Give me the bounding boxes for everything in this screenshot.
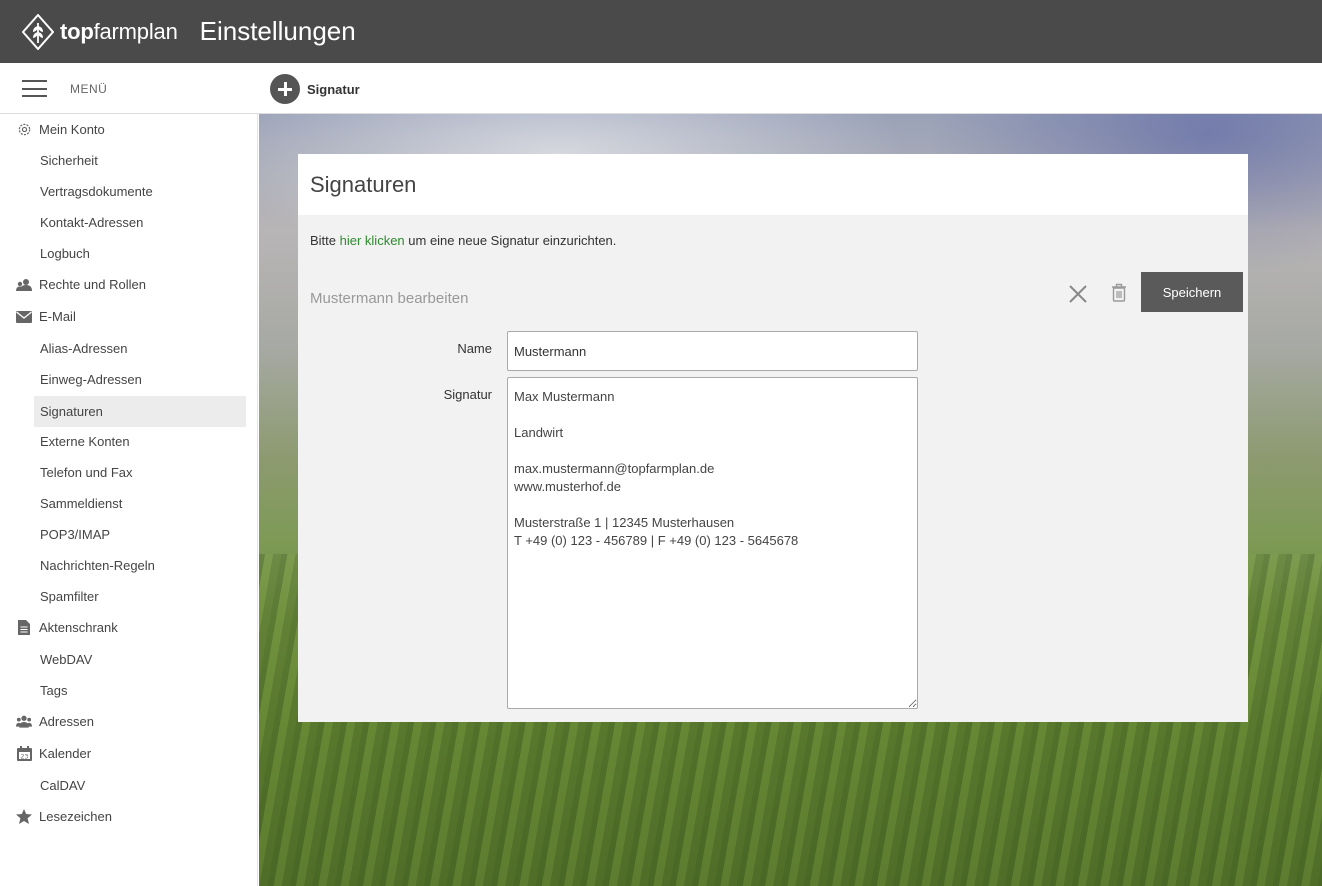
sidebar-item-label: Aktenschrank <box>39 620 118 635</box>
document-icon <box>16 620 32 636</box>
sidebar-item-label: Sammeldienst <box>40 496 123 511</box>
sidebar-item-nachrichten-regeln[interactable]: Nachrichten-Regeln <box>0 550 155 581</box>
menu-label: MENÜ <box>70 81 108 96</box>
sidebar-item-label: Vertragsdokumente <box>40 184 153 199</box>
sidebar-item-label: Tags <box>40 683 68 698</box>
sidebar-item-adressen[interactable]: Adressen <box>0 706 94 737</box>
hint-suffix: um eine neue Signatur einzurichten. <box>404 233 617 248</box>
plus-circle-icon <box>270 74 300 104</box>
sidebar-item-label: Signaturen <box>40 404 103 419</box>
sidebar-item-alias-adressen[interactable]: Alias-Adressen <box>0 333 127 364</box>
sidebar-item-tags[interactable]: Tags <box>0 675 67 706</box>
new-signature-hint: Bitte hier klicken um eine neue Signatur… <box>310 233 616 248</box>
sidebar-item-label: Spamfilter <box>40 589 99 604</box>
sidebar-item-externe-konten[interactable]: Externe Konten <box>0 426 130 457</box>
trash-icon[interactable] <box>1110 282 1128 304</box>
sidebar-item-label: Sicherheit <box>40 153 98 168</box>
hamburger-icon <box>22 80 47 97</box>
name-label: Name <box>457 341 492 356</box>
sidebar-item-logbuch[interactable]: Logbuch <box>0 238 90 269</box>
sidebar-item-label: CalDAV <box>40 778 86 793</box>
sidebar-item-kontakt-adressen[interactable]: Kontakt-Adressen <box>0 207 143 238</box>
close-icon[interactable] <box>1066 282 1090 306</box>
menu-button[interactable]: MENÜ <box>22 80 107 97</box>
signatures-panel: Signaturen Bitte hier klicken um eine ne… <box>298 154 1248 722</box>
sidebar-item-label: Externe Konten <box>40 434 130 449</box>
sidebar-item-rechte-und-rollen[interactable]: Rechte und Rollen <box>0 269 146 300</box>
sidebar-item-label: POP3/IMAP <box>40 527 111 542</box>
sidebar-item-label: Alias-Adressen <box>40 341 128 356</box>
sidebar-item-einweg-adressen[interactable]: Einweg-Adressen <box>0 364 142 395</box>
sidebar-item-label: Kontakt-Adressen <box>40 215 144 230</box>
sidebar-item-e-mail[interactable]: E-Mail <box>0 301 76 332</box>
sidebar-item-label: Adressen <box>39 714 94 729</box>
panel-title: Signaturen <box>310 171 417 197</box>
panel-header: Signaturen <box>298 154 1248 215</box>
sidebar-item-lesezeichen[interactable]: Lesezeichen <box>0 801 112 832</box>
contacts-icon <box>16 714 32 730</box>
add-signature-label: Signatur <box>307 81 360 97</box>
sidebar-item-spamfilter[interactable]: Spamfilter <box>0 581 99 612</box>
settings-sidebar: Mein Konto Sicherheit Vertragsdokumente … <box>0 114 258 886</box>
users-icon <box>16 277 32 293</box>
sidebar-item-label: Einweg-Adressen <box>40 372 142 387</box>
sidebar-item-label: Kalender <box>39 746 92 761</box>
hint-prefix: Bitte <box>310 233 340 248</box>
signature-label: Signatur <box>443 387 492 402</box>
sidebar-item-label: Rechte und Rollen <box>39 277 146 292</box>
sidebar-item-label: Lesezeichen <box>39 809 112 824</box>
sidebar-item-caldav[interactable]: CalDAV <box>0 770 85 801</box>
page-title: Einstellungen <box>199 16 356 46</box>
edit-section-title: Mustermann bearbeiten <box>310 290 469 307</box>
envelope-icon <box>16 309 32 325</box>
topfarmplan-logo[interactable]: topfarmplan <box>22 13 178 50</box>
sidebar-item-label: WebDAV <box>40 652 93 667</box>
logo-text-bold: top <box>60 18 94 44</box>
sidebar-item-label: Logbuch <box>40 246 90 261</box>
star-icon <box>16 809 32 825</box>
app-header: topfarmplan Einstellungen <box>0 0 1322 63</box>
sidebar-item-sammeldienst[interactable]: Sammeldienst <box>0 488 122 519</box>
name-field[interactable] <box>507 331 918 371</box>
wheat-logo-icon <box>22 13 54 50</box>
sidebar-item-aktenschrank[interactable]: Aktenschrank <box>0 612 118 643</box>
toolbar: MENÜ Signatur <box>0 63 1322 114</box>
sidebar-item-webdav[interactable]: WebDAV <box>0 644 92 675</box>
sidebar-item-label: E-Mail <box>39 309 76 324</box>
calendar-icon: 23 <box>16 746 32 762</box>
sidebar-item-label: Nachrichten-Regeln <box>40 558 155 573</box>
sidebar-item-sicherheit[interactable]: Sicherheit <box>0 145 98 176</box>
sidebar-item-mein-konto[interactable]: Mein Konto <box>0 114 105 145</box>
sidebar-item-telefon-und-fax[interactable]: Telefon und Fax <box>0 457 133 488</box>
add-signature-button[interactable]: Signatur <box>270 74 360 104</box>
sidebar-item-label: Telefon und Fax <box>40 465 133 480</box>
sidebar-item-vertragsdokumente[interactable]: Vertragsdokumente <box>0 176 153 207</box>
logo-text-regular: farmplan <box>93 18 178 44</box>
sidebar-item-pop3-imap[interactable]: POP3/IMAP <box>0 519 110 550</box>
svg-text:23: 23 <box>20 753 28 760</box>
save-button[interactable]: Speichern <box>1141 272 1243 312</box>
sidebar-item-signaturen[interactable]: Signaturen <box>34 396 246 427</box>
new-signature-link[interactable]: hier klicken <box>340 233 405 248</box>
sidebar-item-kalender[interactable]: 23 Kalender <box>0 738 91 769</box>
sidebar-item-label: Mein Konto <box>39 122 105 137</box>
gear-icon <box>16 122 32 138</box>
signature-textarea[interactable]: Max Mustermann Landwirt max.mustermann@t… <box>507 377 918 709</box>
